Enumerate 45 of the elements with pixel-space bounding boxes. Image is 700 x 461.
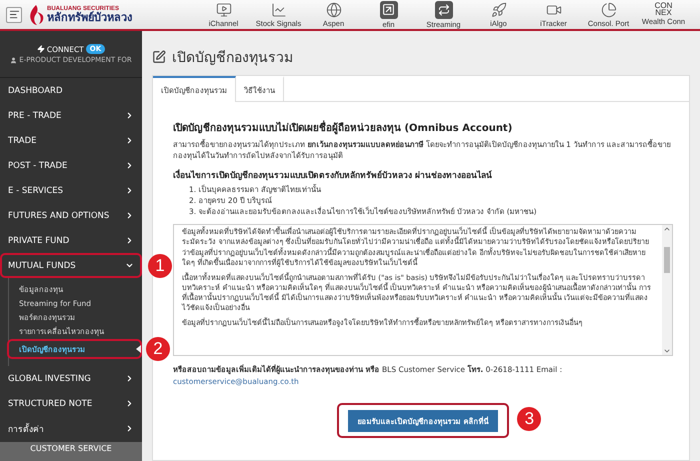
step-number-marker: 2 (146, 337, 170, 361)
sidebar-menu-item[interactable]: STRUCTURED NOTE (0, 391, 142, 416)
section-heading: เปิดบัญชีกองทุนรวมแบบไม่เปิดเผยชื่อผู้ถือหน่วยลงทุน (Omnibus Account) (173, 120, 673, 135)
chevron-right-icon (125, 424, 134, 433)
chevron-right-icon (125, 111, 134, 120)
user-icon (10, 56, 18, 64)
lotus-logo-icon (28, 4, 44, 26)
scrollbar[interactable] (662, 225, 672, 356)
pie-chart-icon (600, 2, 616, 18)
sidebar-menu-item[interactable]: DASHBOARD (0, 78, 142, 103)
scroll-thumb[interactable] (664, 247, 670, 274)
wordmark-logo-text: CON (654, 2, 672, 10)
chevron-right-icon (125, 374, 134, 383)
sidebar-menu-item[interactable]: PRE - TRADE (0, 103, 142, 128)
chevron-right-icon (125, 161, 134, 170)
step-number-marker: 3 (517, 406, 542, 431)
menu-button[interactable] (6, 6, 22, 22)
chart-icon (270, 2, 286, 18)
monitor-icon (216, 2, 232, 18)
chevron-right-icon (125, 136, 134, 145)
sidebar-menu-item[interactable]: GLOBAL INVESTING (0, 366, 142, 391)
repeat-icon (434, 0, 452, 18)
conditions-heading: เงื่อนไขการเปิดบัญชีกองทุนรวมแบบเปิดตรงกับหลักทรัพย์บัวหลวง ผ่านช่องทางออนไลน์ (173, 168, 493, 182)
customer-service-bar[interactable]: CUSTOMER SERVICE (0, 442, 142, 461)
sidebar-menu-item[interactable]: การตั้งค่า (0, 416, 142, 441)
globe-icon (326, 2, 342, 18)
active-caret-icon (136, 345, 141, 353)
brand-thai-name: หลักทรัพย์บัวหลวง (47, 12, 132, 23)
edit-icon (152, 50, 166, 64)
sidebar-menu-item[interactable]: E - SERVICES (0, 178, 142, 203)
sidebar-menu-item[interactable]: FUTURES AND OPTIONS (0, 203, 142, 228)
chevron-right-icon (125, 236, 134, 245)
chevron-right-icon (125, 399, 134, 408)
sidebar-menu-item[interactable]: TRADE (0, 128, 142, 153)
sidebar-menu-item[interactable]: POST - TRADE (0, 153, 142, 178)
chevron-right-icon (125, 186, 134, 195)
menu-icon (8, 9, 20, 20)
chevron-down-icon (125, 261, 134, 270)
chevron-right-icon (125, 211, 134, 220)
sidebar-menu-item[interactable]: PRIVATE FUND (0, 228, 142, 253)
lightning-icon (36, 45, 45, 53)
page-title: เปิดบัญชีกองทุนรวม (172, 49, 293, 68)
wordmark-logo-text: NEX (655, 10, 672, 16)
step-number-marker: 1 (148, 254, 172, 278)
rocket-icon (490, 2, 506, 18)
